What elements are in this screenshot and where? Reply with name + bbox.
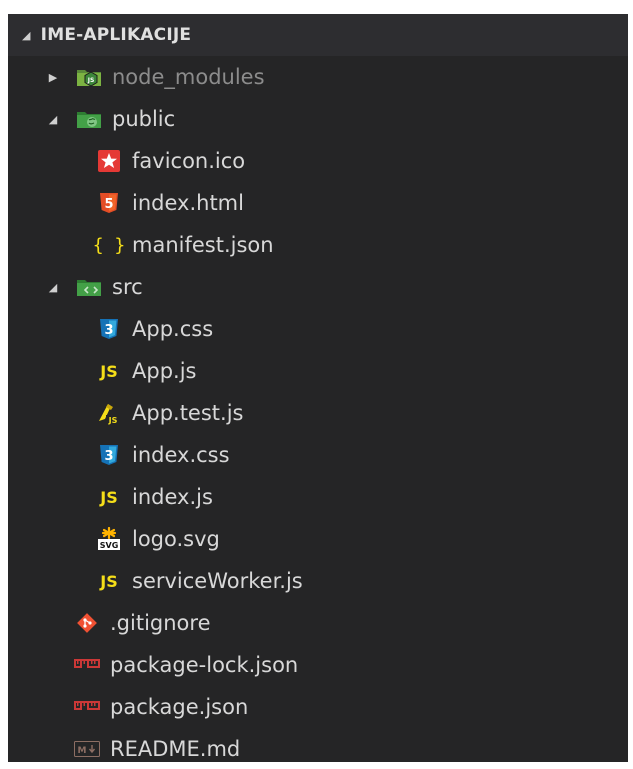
svg-text:SVG: SVG xyxy=(100,541,119,550)
json-icon: { } xyxy=(92,234,126,256)
file-explorer: ◢ IME-APLIKACIJE ▶ JS node_modules ◢ pub… xyxy=(8,14,628,762)
css3-icon: 3 xyxy=(96,443,122,467)
collapsed-caret-icon[interactable]: ▶ xyxy=(46,71,60,84)
svg-text:3: 3 xyxy=(104,449,113,464)
tree-item-public[interactable]: ◢ public xyxy=(8,98,628,140)
tree-item-gitignore[interactable]: .gitignore xyxy=(8,602,628,644)
svg-text:JS: JS xyxy=(87,77,95,84)
markdown-icon: M xyxy=(74,737,100,761)
tree-item-label: package-lock.json xyxy=(110,653,299,677)
tree-item-label: App.js xyxy=(132,359,197,383)
tree-item-node-modules[interactable]: ▶ JS node_modules xyxy=(8,56,628,98)
tree-item-logo-svg[interactable]: SVG logo.svg xyxy=(8,518,628,560)
npm-icon xyxy=(74,653,100,677)
tree-item-package-lock[interactable]: package-lock.json xyxy=(8,644,628,686)
tree-item-label: serviceWorker.js xyxy=(132,569,303,593)
test-js-icon: JS xyxy=(96,401,122,425)
tree-item-label: node_modules xyxy=(112,65,265,89)
explorer-header[interactable]: ◢ IME-APLIKACIJE xyxy=(8,14,628,56)
svg-icon: SVG xyxy=(96,527,122,551)
tree-item-label: README.md xyxy=(110,737,241,761)
tree-item-label: logo.svg xyxy=(132,527,220,551)
tree-item-label: .gitignore xyxy=(110,611,211,635)
npm-icon xyxy=(74,695,100,719)
tree-item-label: public xyxy=(112,107,176,131)
tree-item-service-worker[interactable]: JS serviceWorker.js xyxy=(8,560,628,602)
expanded-caret-icon[interactable]: ◢ xyxy=(22,29,31,42)
svg-text:5: 5 xyxy=(104,197,113,212)
css3-icon: 3 xyxy=(96,317,122,341)
svg-text:JS: JS xyxy=(108,416,118,425)
javascript-icon: JS xyxy=(100,361,118,381)
tree-item-label: App.test.js xyxy=(132,401,244,425)
tree-item-index-js[interactable]: JS index.js xyxy=(8,476,628,518)
tree-item-app-js[interactable]: JS App.js xyxy=(8,350,628,392)
javascript-icon: JS xyxy=(100,571,118,591)
tree-item-label: favicon.ico xyxy=(132,149,246,173)
tree-item-label: index.js xyxy=(132,485,213,509)
tree-item-index-html[interactable]: 5 index.html xyxy=(8,182,628,224)
html5-icon: 5 xyxy=(96,191,122,215)
project-title: IME-APLIKACIJE xyxy=(40,25,192,45)
tree-item-package-json[interactable]: package.json xyxy=(8,686,628,728)
expanded-caret-icon[interactable]: ◢ xyxy=(46,113,60,126)
git-icon xyxy=(74,611,100,635)
tree-item-label: src xyxy=(112,275,143,299)
svg-text:M: M xyxy=(78,746,87,756)
node-folder-icon: JS xyxy=(76,65,102,89)
tree-item-favicon[interactable]: favicon.ico xyxy=(8,140,628,182)
tree-item-label: App.css xyxy=(132,317,214,341)
tree-item-label: index.html xyxy=(132,191,244,215)
tree-item-readme[interactable]: M README.md xyxy=(8,728,628,762)
src-folder-icon xyxy=(76,275,102,299)
svg-text:3: 3 xyxy=(104,323,113,338)
tree-item-index-css[interactable]: 3 index.css xyxy=(8,434,628,476)
tree-item-manifest[interactable]: { } manifest.json xyxy=(8,224,628,266)
tree-item-label: index.css xyxy=(132,443,230,467)
javascript-icon: JS xyxy=(100,487,118,507)
tree-item-label: package.json xyxy=(110,695,249,719)
expanded-caret-icon[interactable]: ◢ xyxy=(46,281,60,294)
tree-item-app-test-js[interactable]: JS App.test.js xyxy=(8,392,628,434)
tree-item-src[interactable]: ◢ src xyxy=(8,266,628,308)
tree-item-app-css[interactable]: 3 App.css xyxy=(8,308,628,350)
tree-item-label: manifest.json xyxy=(132,233,274,257)
favicon-icon xyxy=(96,149,122,173)
public-folder-icon xyxy=(76,107,102,131)
